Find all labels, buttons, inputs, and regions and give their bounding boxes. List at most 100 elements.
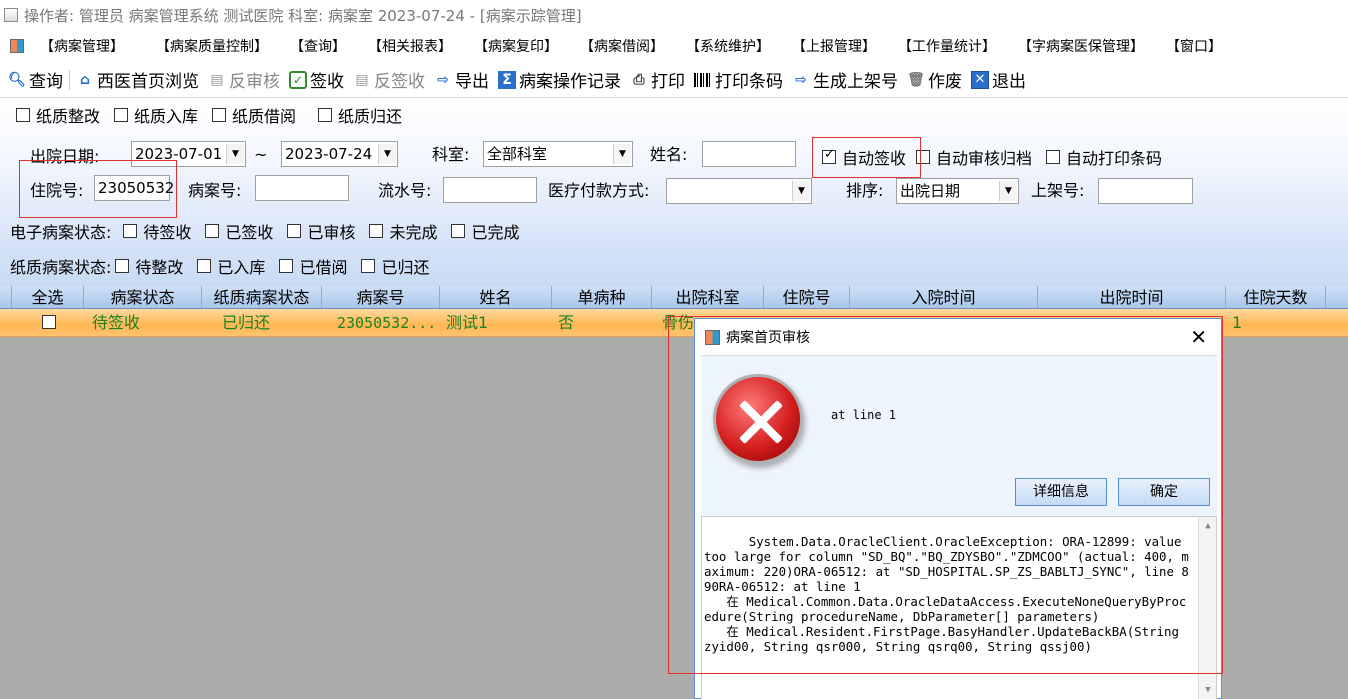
menu-reports[interactable]: 【相关报表】 <box>368 36 452 56</box>
chevron-down-icon: ▼ <box>792 181 810 201</box>
reverse-audit-button[interactable]: ▤ 反审核 <box>208 67 280 93</box>
row-select-cell <box>12 309 84 336</box>
paper-return-checkbox[interactable]: 纸质归还 <box>318 103 402 127</box>
e-status-signed-checkbox[interactable]: 已签收 <box>205 219 273 243</box>
col-admit-time[interactable]: 入院时间 <box>850 286 1038 308</box>
close-icon: ✕ <box>971 70 989 89</box>
print-barcode-button[interactable]: 打印条码 <box>694 67 783 92</box>
window-titlebar: 操作者: 管理员 病案管理系统 测试医院 科室: 病案室 2023-07-24 … <box>0 0 1348 30</box>
inpatient-no-highlight <box>19 160 177 218</box>
chevron-down-icon: ▼ <box>999 181 1017 201</box>
menu-borrow[interactable]: 【病案借阅】 <box>580 36 664 56</box>
paper-ops-row: 纸质整改 纸质入库 纸质借阅 纸质归还 <box>16 103 416 127</box>
sort-select[interactable]: 出院日期 ▼ <box>896 178 1019 204</box>
menu-quality-control[interactable]: 【病案质量控制】 <box>156 36 268 56</box>
col-case-no[interactable]: 病案号 <box>322 286 440 308</box>
export-icon: ⇨ <box>437 71 449 88</box>
paper-instock-checkbox[interactable]: 纸质入库 <box>114 103 198 127</box>
filter-panel: 纸质整改 纸质入库 纸质借阅 纸质归还 出院日期: 2023-07-01 ▼ ~ … <box>0 98 1348 286</box>
e-status-incomplete-checkbox[interactable]: 未完成 <box>369 219 437 243</box>
p-status-borrowed-checkbox[interactable]: 已借阅 <box>279 254 347 278</box>
auto-sign-highlight <box>812 137 921 178</box>
dialog-highlight <box>668 316 1223 674</box>
case-no-input[interactable] <box>255 175 349 201</box>
menu-case-management[interactable]: 【病案管理】 <box>40 36 124 56</box>
toolbar: 🔍︎ 查询 ⌂ 西医首页浏览 ▤ 反审核 ✓ 签收 ▤ 反签收 ⇨ 导出 Σ 病… <box>0 62 1348 98</box>
menu-copy[interactable]: 【病案复印】 <box>474 36 558 56</box>
export-icon: ⇨ <box>795 71 807 88</box>
check-icon: ✓ <box>289 70 307 89</box>
p-status-returned-checkbox[interactable]: 已归还 <box>361 254 429 278</box>
exit-button[interactable]: ✕ 退出 <box>971 67 1026 92</box>
op-log-button[interactable]: Σ 病案操作记录 <box>498 67 621 92</box>
auto-audit-checkbox[interactable]: 自动审核归档 <box>916 145 1032 169</box>
sigma-icon: Σ <box>498 70 516 89</box>
e-status-row: 电子病案状态: 待签收 已签收 已审核 未完成 已完成 <box>10 219 533 243</box>
cell-paper-status: 已归还 <box>222 313 271 332</box>
reverse-sign-button[interactable]: ▤ 反签收 <box>353 67 425 93</box>
col-single-disease[interactable]: 单病种 <box>552 286 652 308</box>
cell-case-status: 待签收 <box>92 313 141 332</box>
date-to-picker[interactable]: 2023-07-24 ▼ <box>281 141 398 167</box>
window-menu-icon[interactable] <box>10 39 24 53</box>
col-case-status[interactable]: 病案状态 <box>84 286 202 308</box>
menu-report-submit[interactable]: 【上报管理】 <box>792 36 876 56</box>
cell-case-no: 23050532... <box>337 314 437 332</box>
menu-insurance[interactable]: 【字病案医保管理】 <box>1018 36 1144 56</box>
export-button[interactable]: ⇨ 导出 <box>434 67 489 93</box>
col-inpatient-no[interactable]: 住院号 <box>764 286 850 308</box>
chevron-down-icon[interactable]: ▼ <box>1199 683 1216 698</box>
row-indicator-header <box>0 286 12 308</box>
cell-stay-days: 1 <box>1232 313 1243 332</box>
search-icon: 🔍︎ <box>8 71 26 88</box>
date-range-tilde: ~ <box>254 145 268 164</box>
menu-system[interactable]: 【系统维护】 <box>686 36 770 56</box>
dept-label: 科室: <box>432 145 470 164</box>
p-status-label: 纸质病案状态: <box>10 258 112 277</box>
document-icon: ▤ <box>210 71 224 88</box>
e-status-audited-checkbox[interactable]: 已审核 <box>287 219 355 243</box>
gen-shelf-no-button[interactable]: ⇨ 生成上架号 <box>792 67 898 93</box>
shelf-no-input[interactable] <box>1098 178 1193 204</box>
e-status-complete-checkbox[interactable]: 已完成 <box>451 219 519 243</box>
col-select-all[interactable]: 全选 <box>12 286 84 308</box>
p-status-rectify-checkbox[interactable]: 待整改 <box>115 254 183 278</box>
shelf-no-label: 上架号: <box>1031 181 1085 200</box>
window-title: 操作者: 管理员 病案管理系统 测试医院 科室: 病案室 2023-07-24 … <box>24 6 582 25</box>
paper-borrow-checkbox[interactable]: 纸质借阅 <box>212 103 296 127</box>
grid-header: 全选 病案状态 纸质病案状态 病案号 姓名 单病种 出院科室 住院号 入院时间 … <box>0 286 1348 309</box>
e-status-pending-checkbox[interactable]: 待签收 <box>123 219 191 243</box>
row-select-checkbox[interactable] <box>42 315 56 329</box>
serial-no-input[interactable] <box>443 177 537 203</box>
void-button[interactable]: 🗑︎ 作废 <box>907 67 962 93</box>
chevron-down-icon: ▼ <box>613 144 631 164</box>
col-name[interactable]: 姓名 <box>440 286 552 308</box>
p-status-instock-checkbox[interactable]: 已入库 <box>197 254 265 278</box>
col-paper-status[interactable]: 纸质病案状态 <box>202 286 322 308</box>
print-button[interactable]: ⎙ 打印 <box>630 67 685 93</box>
name-input[interactable] <box>702 141 796 167</box>
query-button[interactable]: 🔍︎ 查询 <box>8 67 63 93</box>
col-discharge-dept[interactable]: 出院科室 <box>652 286 764 308</box>
menu-window[interactable]: 【窗口】 <box>1166 36 1222 56</box>
sign-in-button[interactable]: ✓ 签收 <box>289 67 344 92</box>
payment-label: 医疗付款方式: <box>548 181 650 200</box>
paper-rectify-checkbox[interactable]: 纸质整改 <box>16 103 100 127</box>
row-indicator <box>0 309 12 336</box>
payment-select[interactable]: ▼ <box>666 178 812 204</box>
menu-query[interactable]: 【查询】 <box>290 36 346 56</box>
dept-select[interactable]: 全部科室 ▼ <box>483 141 633 167</box>
document-icon: ▤ <box>355 71 369 88</box>
col-stay-days[interactable]: 住院天数 <box>1226 286 1326 308</box>
col-discharge-time[interactable]: 出院时间 <box>1038 286 1226 308</box>
auto-print-checkbox[interactable]: 自动打印条码 <box>1046 145 1162 169</box>
menu-workload[interactable]: 【工作量统计】 <box>898 36 996 56</box>
trash-icon: 🗑︎ <box>907 71 925 88</box>
serial-no-label: 流水号: <box>378 181 432 200</box>
name-label: 姓名: <box>650 145 688 164</box>
chevron-down-icon: ▼ <box>226 144 244 164</box>
cell-single-disease: 否 <box>558 313 575 332</box>
menu-bar: 【病案管理】 【病案质量控制】 【查询】 【相关报表】 【病案复印】 【病案借阅… <box>0 30 1348 62</box>
western-browse-button[interactable]: ⌂ 西医首页浏览 <box>76 67 199 93</box>
cell-name: 测试1 <box>446 313 489 332</box>
